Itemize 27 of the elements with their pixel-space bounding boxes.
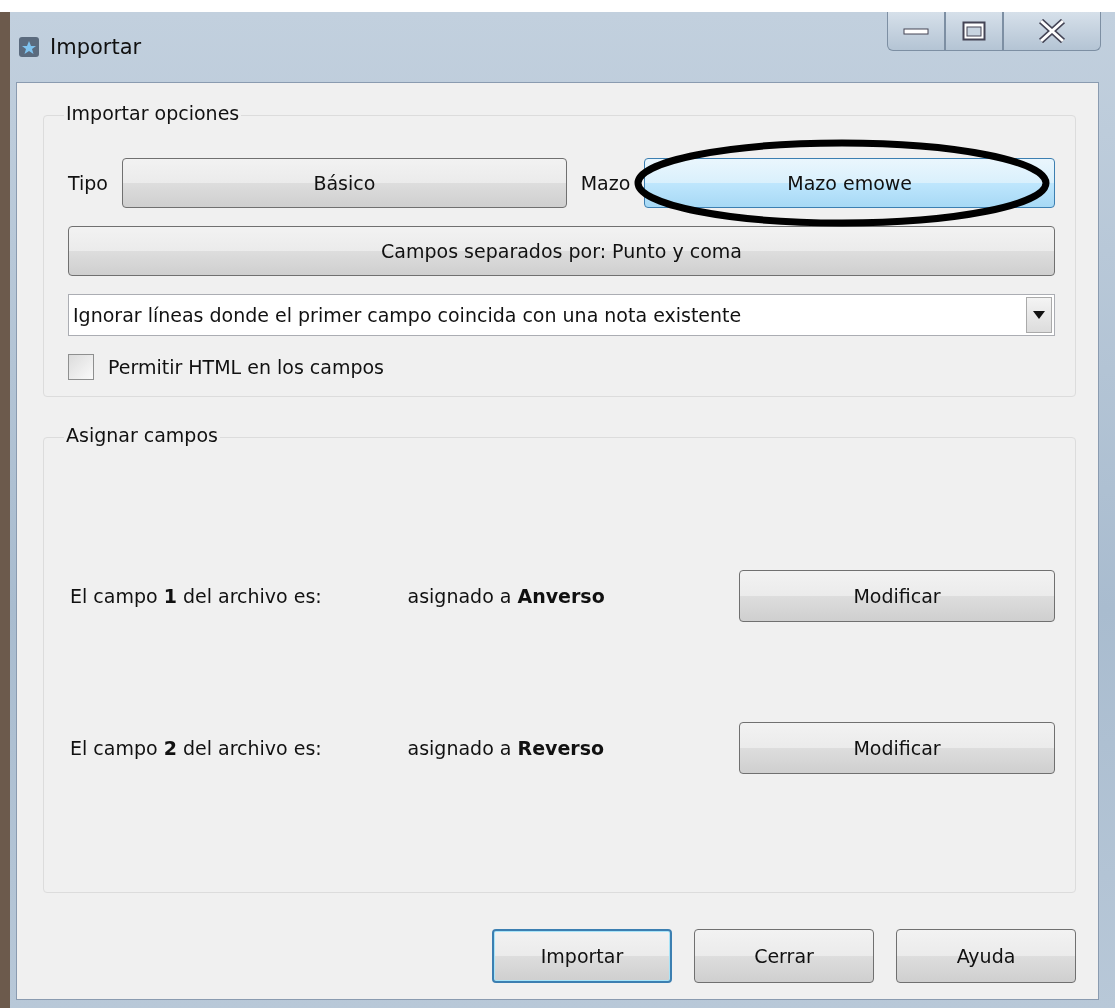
modify-button[interactable]: Modificar bbox=[739, 722, 1055, 774]
note-type-button[interactable]: Básico bbox=[122, 158, 567, 208]
app-icon bbox=[18, 36, 40, 58]
field-source-label: El campo 1 del archivo es: bbox=[70, 585, 323, 607]
maximize-icon bbox=[962, 21, 986, 41]
checkbox[interactable] bbox=[68, 354, 94, 380]
duplicate-mode-dropdown[interactable]: Ignorar líneas donde el primer campo coincida con una nota existente bbox=[68, 294, 1055, 336]
window-title: Importar bbox=[50, 35, 142, 59]
checkbox-label: Permitir HTML en los campos bbox=[108, 356, 385, 378]
type-label: Tipo bbox=[68, 172, 108, 194]
close-icon bbox=[1038, 19, 1066, 43]
field-source-label: El campo 2 del archivo es: bbox=[70, 737, 323, 759]
deck-label: Mazo bbox=[580, 172, 631, 194]
help-button[interactable]: Ayuda bbox=[896, 929, 1076, 983]
maximize-button[interactable] bbox=[945, 12, 1003, 51]
separator-button[interactable]: Campos separados por: Punto y coma bbox=[68, 226, 1055, 276]
field-target-label: asignado a Anverso bbox=[407, 585, 606, 607]
close-dialog-button[interactable]: Cerrar bbox=[694, 929, 874, 983]
group-title: Importar opciones bbox=[64, 102, 242, 124]
close-button[interactable] bbox=[1003, 12, 1101, 51]
deck-button[interactable]: Mazo emowe bbox=[644, 158, 1055, 208]
modify-button[interactable]: Modificar bbox=[739, 570, 1055, 622]
import-button[interactable]: Importar bbox=[492, 929, 672, 983]
minimize-icon bbox=[903, 26, 929, 36]
group-title: Asignar campos bbox=[64, 424, 220, 446]
caret-icon bbox=[1033, 311, 1045, 319]
field-target-label: asignado a Reverso bbox=[407, 737, 606, 759]
